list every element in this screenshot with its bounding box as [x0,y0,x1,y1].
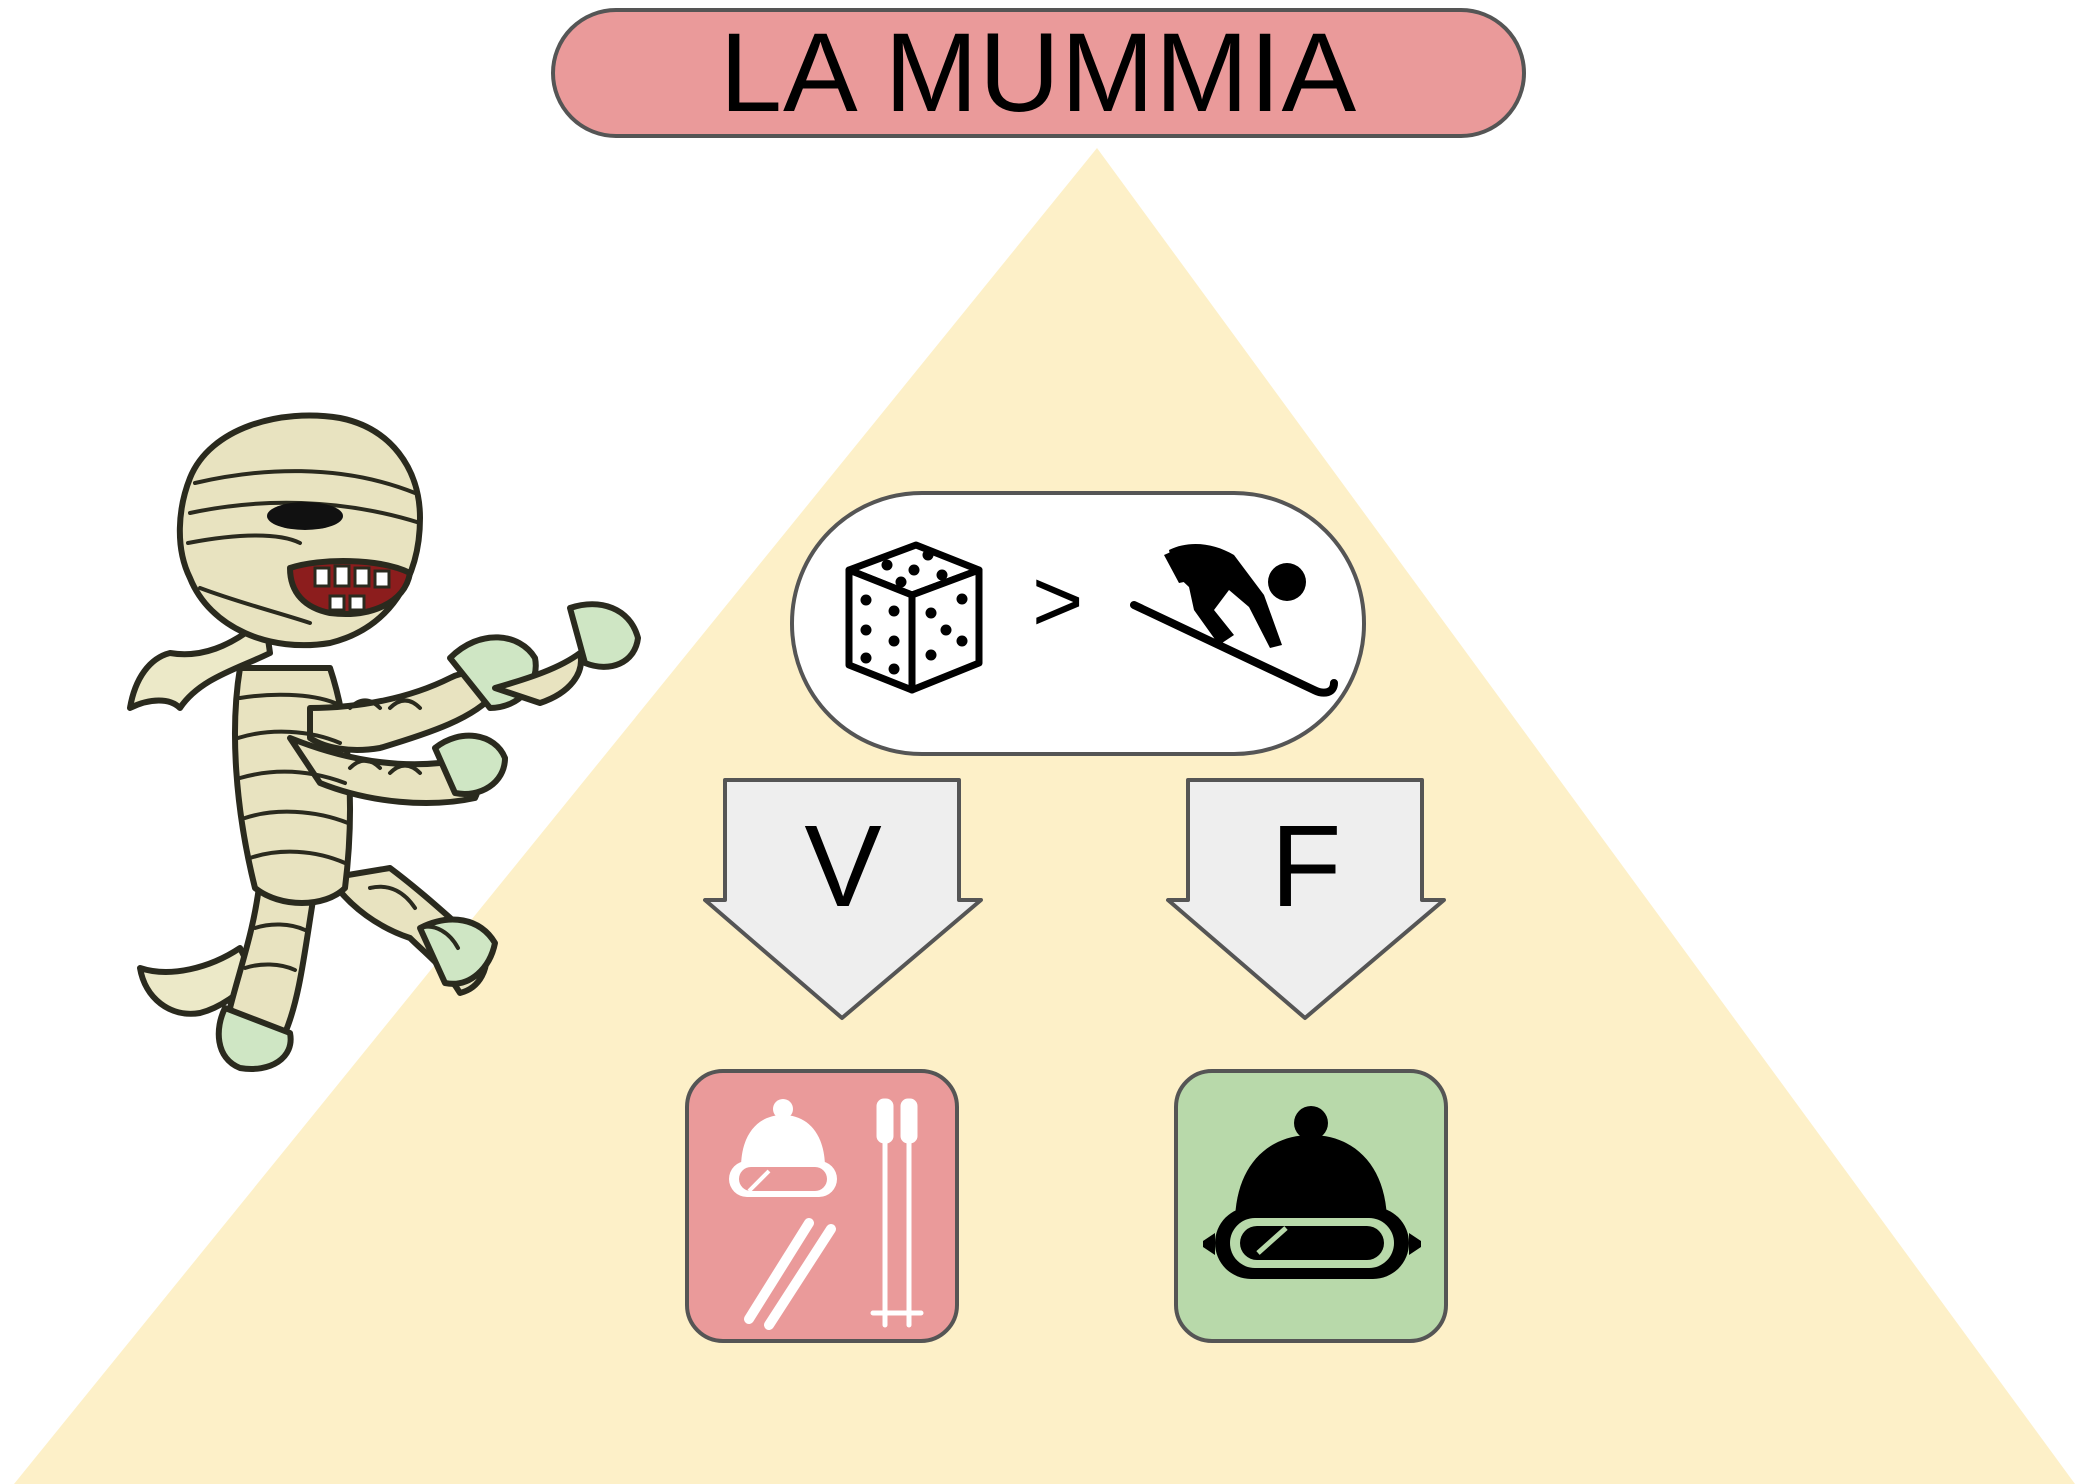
false-branch-arrow: F [1166,778,1446,1022]
true-label: V [804,801,882,931]
true-outcome-box [685,1069,959,1343]
ski-hat-goggles-icon [1203,1106,1421,1279]
mummy-icon [127,412,641,1072]
ski-hat-goggles-icon [729,1099,837,1197]
true-branch-arrow: V [703,778,983,1022]
page-title: LA MUMMIA [719,10,1358,135]
false-outcome-box [1174,1069,1448,1343]
title-banner: LA MUMMIA [551,8,1526,138]
ski-poles-icon [870,1098,924,1328]
false-label: F [1270,801,1342,931]
skier-icon [1130,543,1338,697]
skis-icon [744,1218,836,1330]
condition-box: > [790,491,1366,756]
